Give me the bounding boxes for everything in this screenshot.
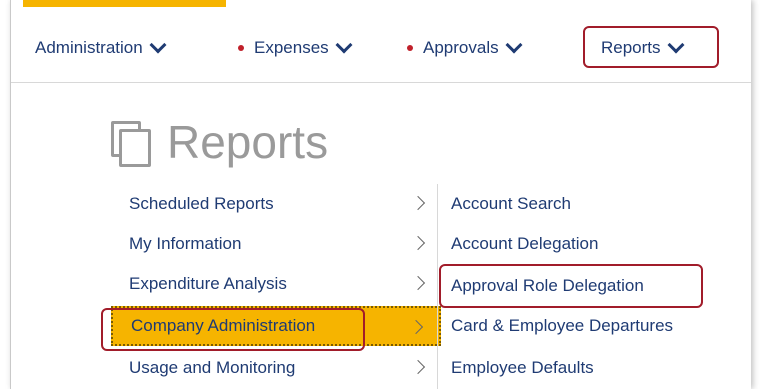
nav-expenses-label: Expenses	[254, 38, 329, 57]
menu-item-label: Scheduled Reports	[129, 194, 274, 213]
chevron-down-icon	[149, 36, 167, 54]
chevron-right-icon	[408, 319, 424, 335]
chevron-right-icon	[410, 359, 426, 375]
company-administration-highlight-box	[101, 308, 365, 351]
menu-item-expenditure-analysis[interactable]: Expenditure Analysis	[111, 264, 441, 304]
app-window: Administration Expenses Approvals Report…	[10, 0, 751, 389]
nav-administration[interactable]: Administration	[35, 28, 167, 68]
chevron-right-icon	[410, 235, 426, 251]
nav-expenses[interactable]: Expenses	[238, 28, 353, 68]
nav-divider	[11, 82, 751, 83]
submenu-item-label: Card & Employee Departures	[451, 316, 674, 335]
reports-highlight-box	[583, 26, 719, 68]
page-title-text: Reports	[167, 116, 329, 168]
approval-role-delegation-highlight-box	[439, 264, 703, 308]
documents-icon	[111, 121, 151, 167]
menu-item-label: Expenditure Analysis	[129, 274, 287, 293]
chevron-down-icon	[335, 36, 353, 54]
submenu-item-employee-defaults[interactable]: Employee Defaults	[451, 348, 594, 388]
menu-item-my-information[interactable]: My Information	[111, 224, 441, 264]
submenu-item-card-employee-departures[interactable]: Card & Employee Departures	[451, 306, 673, 346]
submenu-item-label: Account Delegation	[451, 234, 599, 253]
active-tab-indicator	[23, 0, 226, 7]
menu-item-label: Usage and Monitoring	[129, 358, 296, 377]
submenu-item-account-search[interactable]: Account Search	[451, 184, 571, 224]
chevron-right-icon	[410, 195, 426, 211]
alert-dot-icon	[238, 45, 244, 51]
submenu-item-label: Employee Defaults	[451, 358, 594, 377]
nav-administration-label: Administration	[35, 38, 143, 57]
nav-approvals[interactable]: Approvals	[407, 28, 523, 68]
menu-item-scheduled-reports[interactable]: Scheduled Reports	[111, 184, 441, 224]
chevron-down-icon	[505, 36, 523, 54]
submenu-item-label: Account Search	[451, 194, 572, 213]
submenu-item-account-delegation[interactable]: Account Delegation	[451, 224, 598, 264]
page-title: Reports	[111, 115, 328, 169]
menu-item-usage-and-monitoring[interactable]: Usage and Monitoring	[111, 348, 441, 388]
top-nav: Administration Expenses Approvals Report…	[11, 26, 751, 68]
submenu-divider	[437, 184, 438, 389]
chevron-right-icon	[410, 275, 426, 291]
alert-dot-icon	[407, 45, 413, 51]
menu-item-label: My Information	[129, 234, 242, 253]
nav-approvals-label: Approvals	[423, 38, 499, 57]
